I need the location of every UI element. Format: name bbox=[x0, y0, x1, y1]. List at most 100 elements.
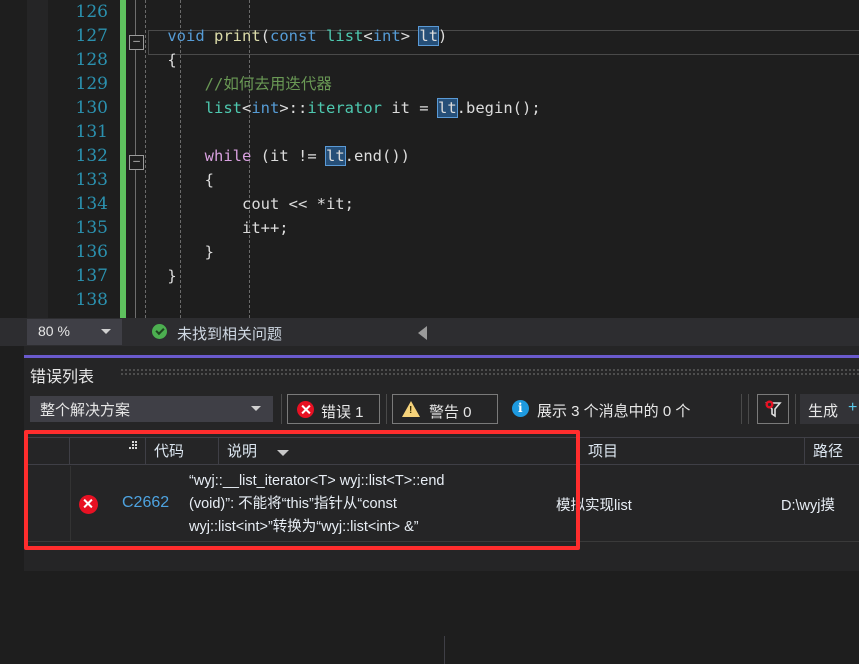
check-circle-icon bbox=[152, 324, 167, 339]
annotation-rectangle bbox=[24, 430, 580, 550]
line-number: 137 bbox=[75, 266, 108, 286]
code-token: ()) bbox=[382, 147, 410, 165]
code-token: ( bbox=[260, 27, 271, 45]
highlighted-identifier: lt bbox=[418, 26, 440, 46]
scope-filter-value: 整个解决方案 bbox=[40, 402, 131, 419]
line-number: 136 bbox=[75, 242, 108, 262]
code-token: //如何去用迭代器 bbox=[130, 75, 332, 93]
code-token: } bbox=[130, 267, 177, 285]
warnings-filter-button[interactable]: ! 警告 0 bbox=[392, 394, 498, 424]
code-line[interactable]: void print(const list<int> lt) bbox=[130, 24, 859, 48]
code-token: { bbox=[130, 51, 177, 69]
line-number: 132 bbox=[75, 146, 108, 166]
errors-filter-button[interactable]: 错误 1 bbox=[287, 394, 380, 424]
zoom-level-value: 80 % bbox=[38, 323, 70, 339]
highlighted-identifier: lt bbox=[325, 146, 346, 166]
toolbar-separator bbox=[795, 394, 796, 424]
code-token: > bbox=[400, 27, 420, 45]
messages-filter-label: 展示 3 个消息中的 0 个 bbox=[537, 403, 691, 420]
code-token: it = bbox=[381, 99, 438, 117]
column-header-path[interactable]: 路径 bbox=[805, 438, 859, 465]
errors-filter-label: 错误 1 bbox=[321, 404, 364, 421]
code-token: { bbox=[130, 171, 214, 189]
code-token: >:: bbox=[279, 99, 308, 117]
build-filter-button[interactable]: 生成 + bbox=[800, 394, 859, 424]
code-line[interactable]: } bbox=[130, 240, 859, 264]
code-token: list bbox=[326, 27, 364, 45]
warnings-filter-label: 警告 0 bbox=[429, 404, 472, 421]
code-token: begin bbox=[466, 99, 513, 117]
line-number: 128 bbox=[75, 50, 108, 70]
code-token: int bbox=[251, 99, 280, 117]
column-header-path-label: 路径 bbox=[813, 443, 844, 460]
code-token: (); bbox=[512, 99, 541, 117]
line-number: 135 bbox=[75, 218, 108, 238]
line-number: 130 bbox=[75, 98, 108, 118]
code-token: end bbox=[354, 147, 382, 165]
code-line[interactable] bbox=[130, 120, 859, 144]
code-token: . bbox=[344, 147, 354, 165]
column-header-project[interactable]: 项目 bbox=[580, 438, 805, 465]
warning-glyph: ! bbox=[409, 405, 413, 416]
code-token: it++; bbox=[130, 219, 289, 237]
error-circle-icon bbox=[297, 401, 314, 418]
info-glyph: i bbox=[518, 401, 523, 415]
messages-filter-button[interactable]: i 展示 3 个消息中的 0 个 bbox=[504, 394, 736, 424]
code-line[interactable]: list<int>::iterator it = lt.begin(); bbox=[130, 96, 859, 120]
chevron-down-icon bbox=[101, 329, 111, 334]
code-line[interactable] bbox=[130, 288, 859, 312]
change-tracking-bar bbox=[120, 0, 126, 318]
code-token: cout << *it; bbox=[130, 195, 354, 213]
chevron-down-icon bbox=[251, 406, 261, 411]
editor-status-message: 未找到相关问题 bbox=[177, 326, 283, 343]
highlighted-identifier: lt bbox=[437, 98, 458, 118]
code-token: void bbox=[167, 27, 205, 45]
code-line[interactable]: { bbox=[130, 48, 859, 72]
code-line[interactable]: { bbox=[130, 168, 859, 192]
line-number: 126 bbox=[75, 2, 108, 22]
panel-active-accent-bar bbox=[24, 355, 859, 358]
scope-filter-dropdown[interactable]: 整个解决方案 bbox=[30, 396, 273, 422]
line-number: 131 bbox=[75, 122, 108, 142]
code-token: list bbox=[204, 99, 242, 117]
code-token: } bbox=[130, 243, 214, 261]
line-number-list: 126 127 128 129 130 131 132 133 134 135 136 137 138 bbox=[48, 0, 118, 312]
zoom-level-dropdown[interactable]: 80 % bbox=[27, 319, 122, 345]
editor-outer-margin bbox=[0, 0, 27, 318]
code-line[interactable] bbox=[130, 0, 859, 24]
editor-selection-margin[interactable] bbox=[27, 0, 48, 318]
code-token: < bbox=[241, 99, 252, 117]
line-number: 134 bbox=[75, 194, 108, 214]
code-line[interactable]: it++; bbox=[130, 216, 859, 240]
code-token: (it != bbox=[251, 147, 326, 165]
editor-status-bar bbox=[0, 318, 859, 664]
code-line[interactable]: } bbox=[130, 264, 859, 288]
navigate-previous-icon[interactable] bbox=[418, 326, 427, 340]
code-token: ) bbox=[438, 27, 448, 45]
toolbar-separator bbox=[386, 394, 387, 424]
filter-button[interactable] bbox=[757, 394, 789, 424]
toolbar-separator bbox=[748, 394, 749, 424]
toolbar-separator bbox=[281, 394, 282, 424]
code-line[interactable]: //如何去用迭代器 bbox=[130, 72, 859, 96]
code-token: < bbox=[363, 27, 373, 45]
code-token: iterator bbox=[307, 99, 382, 117]
code-line[interactable]: while (it != lt.end()) bbox=[130, 144, 859, 168]
line-number: 127 bbox=[75, 26, 108, 46]
code-editor[interactable]: 126 127 128 129 130 131 132 133 134 135 136 137 138 … bbox=[0, 0, 859, 318]
panel-drag-handle[interactable] bbox=[120, 368, 859, 375]
build-filter-label: 生成 bbox=[808, 403, 839, 420]
line-number: 129 bbox=[75, 74, 108, 94]
line-number: 133 bbox=[75, 170, 108, 190]
code-line[interactable]: cout << *it; bbox=[130, 192, 859, 216]
column-header-project-label: 项目 bbox=[588, 443, 619, 460]
error-path: D:\wyj摸 bbox=[781, 498, 835, 514]
toolbar-separator bbox=[741, 394, 742, 424]
code-text-area[interactable]: void print(const list<int> lt) { //如何去用迭… bbox=[130, 0, 859, 312]
status-bar-divider bbox=[444, 636, 445, 664]
